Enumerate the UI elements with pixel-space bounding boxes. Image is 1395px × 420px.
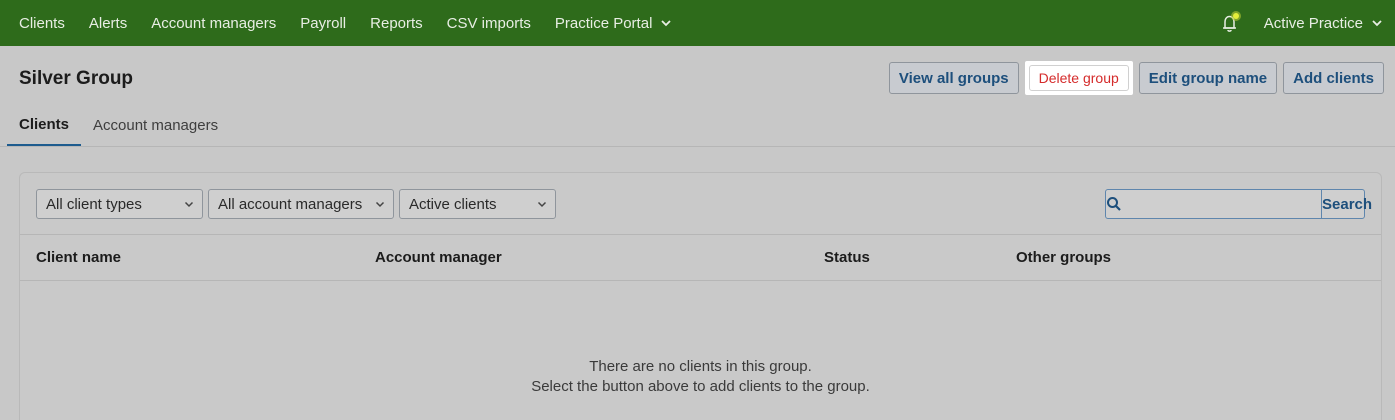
tab-clients[interactable]: Clients xyxy=(7,104,82,147)
account-manager-select[interactable]: All account managers xyxy=(208,189,394,219)
delete-group-button[interactable]: Delete group xyxy=(1028,65,1129,91)
delete-group-highlight: Delete group xyxy=(1024,61,1133,95)
practice-label: Active Practice xyxy=(1263,14,1363,32)
column-header-client-name: Client name xyxy=(36,249,122,266)
status-select-value: Active clients xyxy=(409,195,497,213)
practice-switcher[interactable]: Active Practice xyxy=(1264,15,1395,32)
client-type-select-value: All client types xyxy=(46,195,142,213)
nav-payroll[interactable]: Payroll xyxy=(288,0,358,46)
filter-bar: All client types All account managers Ac… xyxy=(36,189,556,219)
client-type-select[interactable]: All client types xyxy=(36,189,203,219)
chevron-down-icon xyxy=(375,199,385,209)
empty-state-line-2: Select the button above to add clients t… xyxy=(531,378,870,395)
nav-practice-portal[interactable]: Practice Portal xyxy=(543,0,685,46)
empty-state-line-1: There are no clients in this group. xyxy=(589,358,812,375)
view-all-groups-button[interactable]: View all groups xyxy=(888,62,1019,94)
empty-state: There are no clients in this group. Sele… xyxy=(20,357,1381,397)
status-select[interactable]: Active clients xyxy=(399,189,556,219)
account-manager-select-value: All account managers xyxy=(218,195,363,213)
search-button[interactable]: Search xyxy=(1321,190,1372,218)
nav-practice-portal-label: Practice Portal xyxy=(554,14,653,32)
search-icon xyxy=(1106,190,1122,218)
divider xyxy=(20,280,1381,281)
add-clients-button[interactable]: Add clients xyxy=(1283,62,1384,94)
nav-account-managers[interactable]: Account managers xyxy=(139,0,288,46)
edit-group-name-button[interactable]: Edit group name xyxy=(1138,62,1278,94)
chevron-down-icon xyxy=(660,17,672,29)
chevron-down-icon xyxy=(1371,17,1383,29)
nav-reports[interactable]: Reports xyxy=(358,0,435,46)
clients-card: All client types All account managers Ac… xyxy=(19,172,1382,420)
chevron-down-icon xyxy=(184,199,194,209)
column-header-status: Status xyxy=(824,249,870,266)
group-actions: View all groups Delete group Edit group … xyxy=(888,61,1384,95)
nav-alerts[interactable]: Alerts xyxy=(77,0,139,46)
top-navigation: Clients Alerts Account managers Payroll … xyxy=(0,0,1395,46)
chevron-down-icon xyxy=(537,199,547,209)
page-title: Silver Group xyxy=(19,68,134,89)
nav-csv-imports[interactable]: CSV imports xyxy=(435,0,543,46)
search-box: Search xyxy=(1105,189,1372,219)
notification-bell-icon[interactable] xyxy=(1216,9,1244,37)
column-header-account-manager: Account manager xyxy=(375,249,502,266)
tab-account-managers[interactable]: Account managers xyxy=(81,104,230,147)
search-input[interactable] xyxy=(1122,190,1321,218)
column-header-other-groups: Other groups xyxy=(1016,249,1112,266)
tab-bar: Clients Account managers xyxy=(7,104,230,147)
tabs-divider xyxy=(0,146,1395,147)
nav-clients[interactable]: Clients xyxy=(0,0,77,46)
divider xyxy=(20,234,1381,235)
